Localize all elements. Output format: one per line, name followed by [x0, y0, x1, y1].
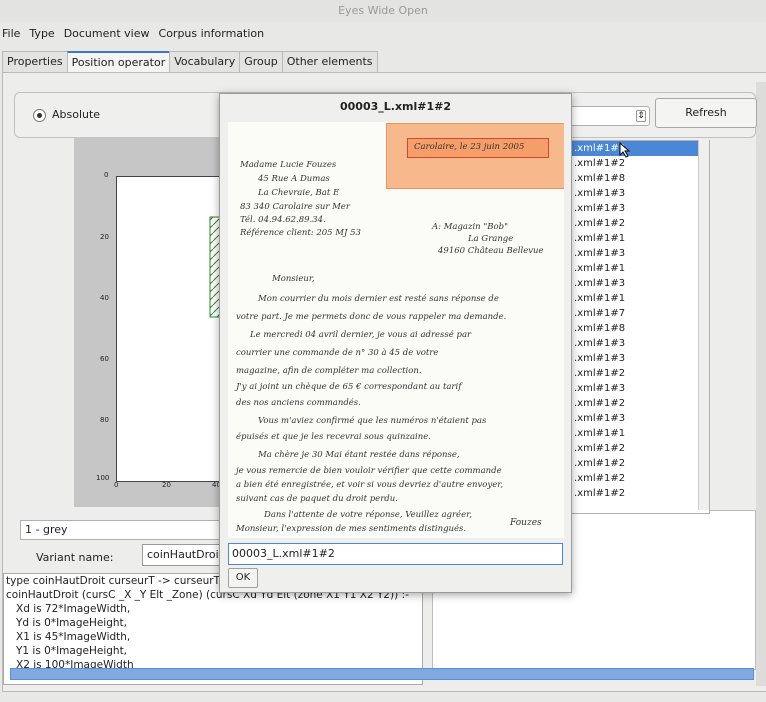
recipient-line: 49160 Château Bellevue	[438, 246, 544, 256]
menu-document-view[interactable]: Document view	[64, 27, 150, 40]
list-item[interactable]: .xml#1#3	[572, 186, 709, 201]
tab-position-operator[interactable]: Position operator	[66, 51, 171, 73]
body-line: épuisés et que je les recevrai sous quin…	[236, 432, 431, 442]
code-line: Xd is 72*ImageWidth,	[16, 603, 131, 615]
list-item[interactable]: .xml#1#3	[572, 351, 709, 366]
sender-line: 45 Rue A Dumas	[258, 174, 330, 184]
list-item[interactable]: .xml#1#3	[572, 411, 709, 426]
y-tick: 100	[96, 474, 110, 482]
document-list[interactable]: .xml#1#2 .xml#1#2 .xml#1#8 .xml#1#3 .xml…	[571, 140, 710, 514]
y-tick: 60	[100, 355, 109, 363]
y-tick: 20	[100, 233, 109, 241]
list-item[interactable]: .xml#1#2	[572, 456, 709, 471]
list-item[interactable]: .xml#1#3	[572, 336, 709, 351]
list-item[interactable]: .xml#1#2	[572, 471, 709, 486]
signature: Fouzes	[510, 518, 542, 528]
window-title: Eyes Wide Open	[0, 0, 766, 22]
sender-line: La Chevraie, Bat E	[258, 188, 340, 198]
letter-image[interactable]: Carolaire, le 23 juin 2005 Madame Lucie …	[228, 122, 564, 538]
body-line: des nos anciens commandés.	[236, 398, 361, 408]
ok-button[interactable]: OK	[228, 568, 258, 588]
x-tick: 20	[162, 481, 171, 489]
body-line: votre part. Je me permets donc de vous r…	[236, 312, 507, 322]
body-line: courrier une commande de n° 30 à 45 de v…	[236, 348, 439, 358]
y-tick: 0	[104, 171, 109, 179]
date-text: Carolaire, le 23 juin 2005	[414, 142, 525, 152]
tab-bar: Properties Position operator Vocabulary …	[2, 51, 378, 73]
sender-line: Madame Lucie Fouzes	[240, 160, 337, 170]
body-line: Monsieur, l'expression de mes sentiments…	[236, 524, 467, 534]
sender-line: 83 340 Carolaire sur Mer	[240, 202, 350, 212]
menu-corpus-information[interactable]: Corpus information	[159, 27, 265, 40]
variant-name-label: Variant name:	[36, 551, 114, 564]
list-item[interactable]: .xml#1#1	[572, 261, 709, 276]
list-item[interactable]: .xml#1#2	[572, 141, 709, 156]
main-vertical-scrollbar[interactable]	[756, 82, 766, 686]
menu-type[interactable]: Type	[29, 27, 54, 40]
colormap-select[interactable]: 1 - grey	[20, 520, 226, 540]
body-line: J'y ai joint un chèque de 65 € correspon…	[236, 382, 462, 392]
body-line: Dans l'attente de votre réponse, Veuille…	[264, 510, 472, 520]
list-item[interactable]: .xml#1#8	[572, 321, 709, 336]
list-item[interactable]: .xml#1#1	[572, 291, 709, 306]
sender-line: Tél. 04.94.62.89.34.	[240, 215, 326, 225]
recipient-line: A: Magazin "Bob"	[432, 222, 508, 232]
list-item[interactable]: .xml#1#2	[572, 486, 709, 501]
code-line: Yd is 0*ImageHeight,	[16, 617, 128, 629]
horizontal-scrollbar[interactable]	[10, 668, 754, 680]
body-line: Vous m'aviez confirmé que les numéros n'…	[258, 416, 487, 426]
menu-file[interactable]: File	[2, 27, 20, 40]
mouse-cursor-icon	[619, 142, 631, 158]
plot-hatched-zone	[209, 216, 223, 318]
y-tick: 80	[100, 416, 109, 424]
body-line: je vous remercie de bien vouloir vérifie…	[236, 466, 502, 476]
salutation: Monsieur,	[272, 274, 315, 284]
list-item[interactable]: .xml#1#8	[572, 171, 709, 186]
y-tick: 40	[100, 294, 109, 302]
document-select[interactable]: ⇕	[560, 106, 650, 126]
tab-other-elements[interactable]: Other elements	[281, 51, 378, 72]
code-line: X1 is 45*ImageWidth,	[16, 631, 131, 643]
list-item[interactable]: .xml#1#3	[572, 201, 709, 216]
code-line: Y1 is 0*ImageHeight,	[16, 645, 128, 657]
selected-element-box: Carolaire, le 23 juin 2005	[407, 138, 549, 158]
list-item[interactable]: .xml#1#2	[572, 441, 709, 456]
x-tick: 0	[114, 481, 119, 489]
preview-dialog: 00003_L.xml#1#2 Carolaire, le 23 juin 20…	[219, 93, 572, 593]
list-item[interactable]: .xml#1#3	[572, 246, 709, 261]
dialog-title: 00003_L.xml#1#2	[339, 100, 452, 113]
body-line: a bien été enregistrée, et voir si vous …	[236, 480, 504, 490]
list-item[interactable]: .xml#1#2	[572, 216, 709, 231]
highlighted-zone: Carolaire, le 23 juin 2005	[386, 123, 564, 189]
list-item[interactable]: .xml#1#3	[572, 276, 709, 291]
select-arrows-icon: ⇕	[636, 110, 646, 122]
sender-line: Référence client: 205 MJ 53	[240, 228, 361, 238]
body-line: magazine, afin de compléter ma collectio…	[236, 366, 422, 376]
plot-area[interactable]	[116, 176, 224, 482]
list-item[interactable]: .xml#1#2	[572, 396, 709, 411]
menu-bar: File Type Document view Corpus informati…	[0, 22, 766, 44]
list-item[interactable]: .xml#1#1	[572, 231, 709, 246]
absolute-radio[interactable]	[33, 109, 46, 122]
dialog-input[interactable]: 00003_L.xml#1#2	[228, 543, 563, 565]
refresh-button[interactable]: Refresh	[655, 98, 757, 128]
body-line: Mon courrier du mois dernier est resté s…	[258, 294, 499, 304]
recipient-line: La Grange	[468, 234, 514, 244]
body-line: Le mercredi 04 avril dernier, je vous ai…	[250, 330, 472, 340]
list-item[interactable]: .xml#1#2	[572, 156, 709, 171]
list-item[interactable]: .xml#1#7	[572, 306, 709, 321]
tab-properties[interactable]: Properties	[2, 51, 68, 72]
list-item[interactable]: .xml#1#2	[572, 366, 709, 381]
tab-vocabulary[interactable]: Vocabulary	[169, 51, 241, 72]
list-item[interactable]: .xml#1#3	[572, 381, 709, 396]
body-line: suivant cas de paquet du droit perdu.	[236, 494, 398, 504]
body-line: Ma chère je 30 Mai étant restée dans rép…	[258, 450, 460, 460]
list-item[interactable]: .xml#1#1	[572, 426, 709, 441]
tab-group[interactable]: Group	[239, 51, 283, 72]
absolute-label: Absolute	[52, 108, 101, 121]
list-scrollbar[interactable]	[698, 140, 709, 510]
